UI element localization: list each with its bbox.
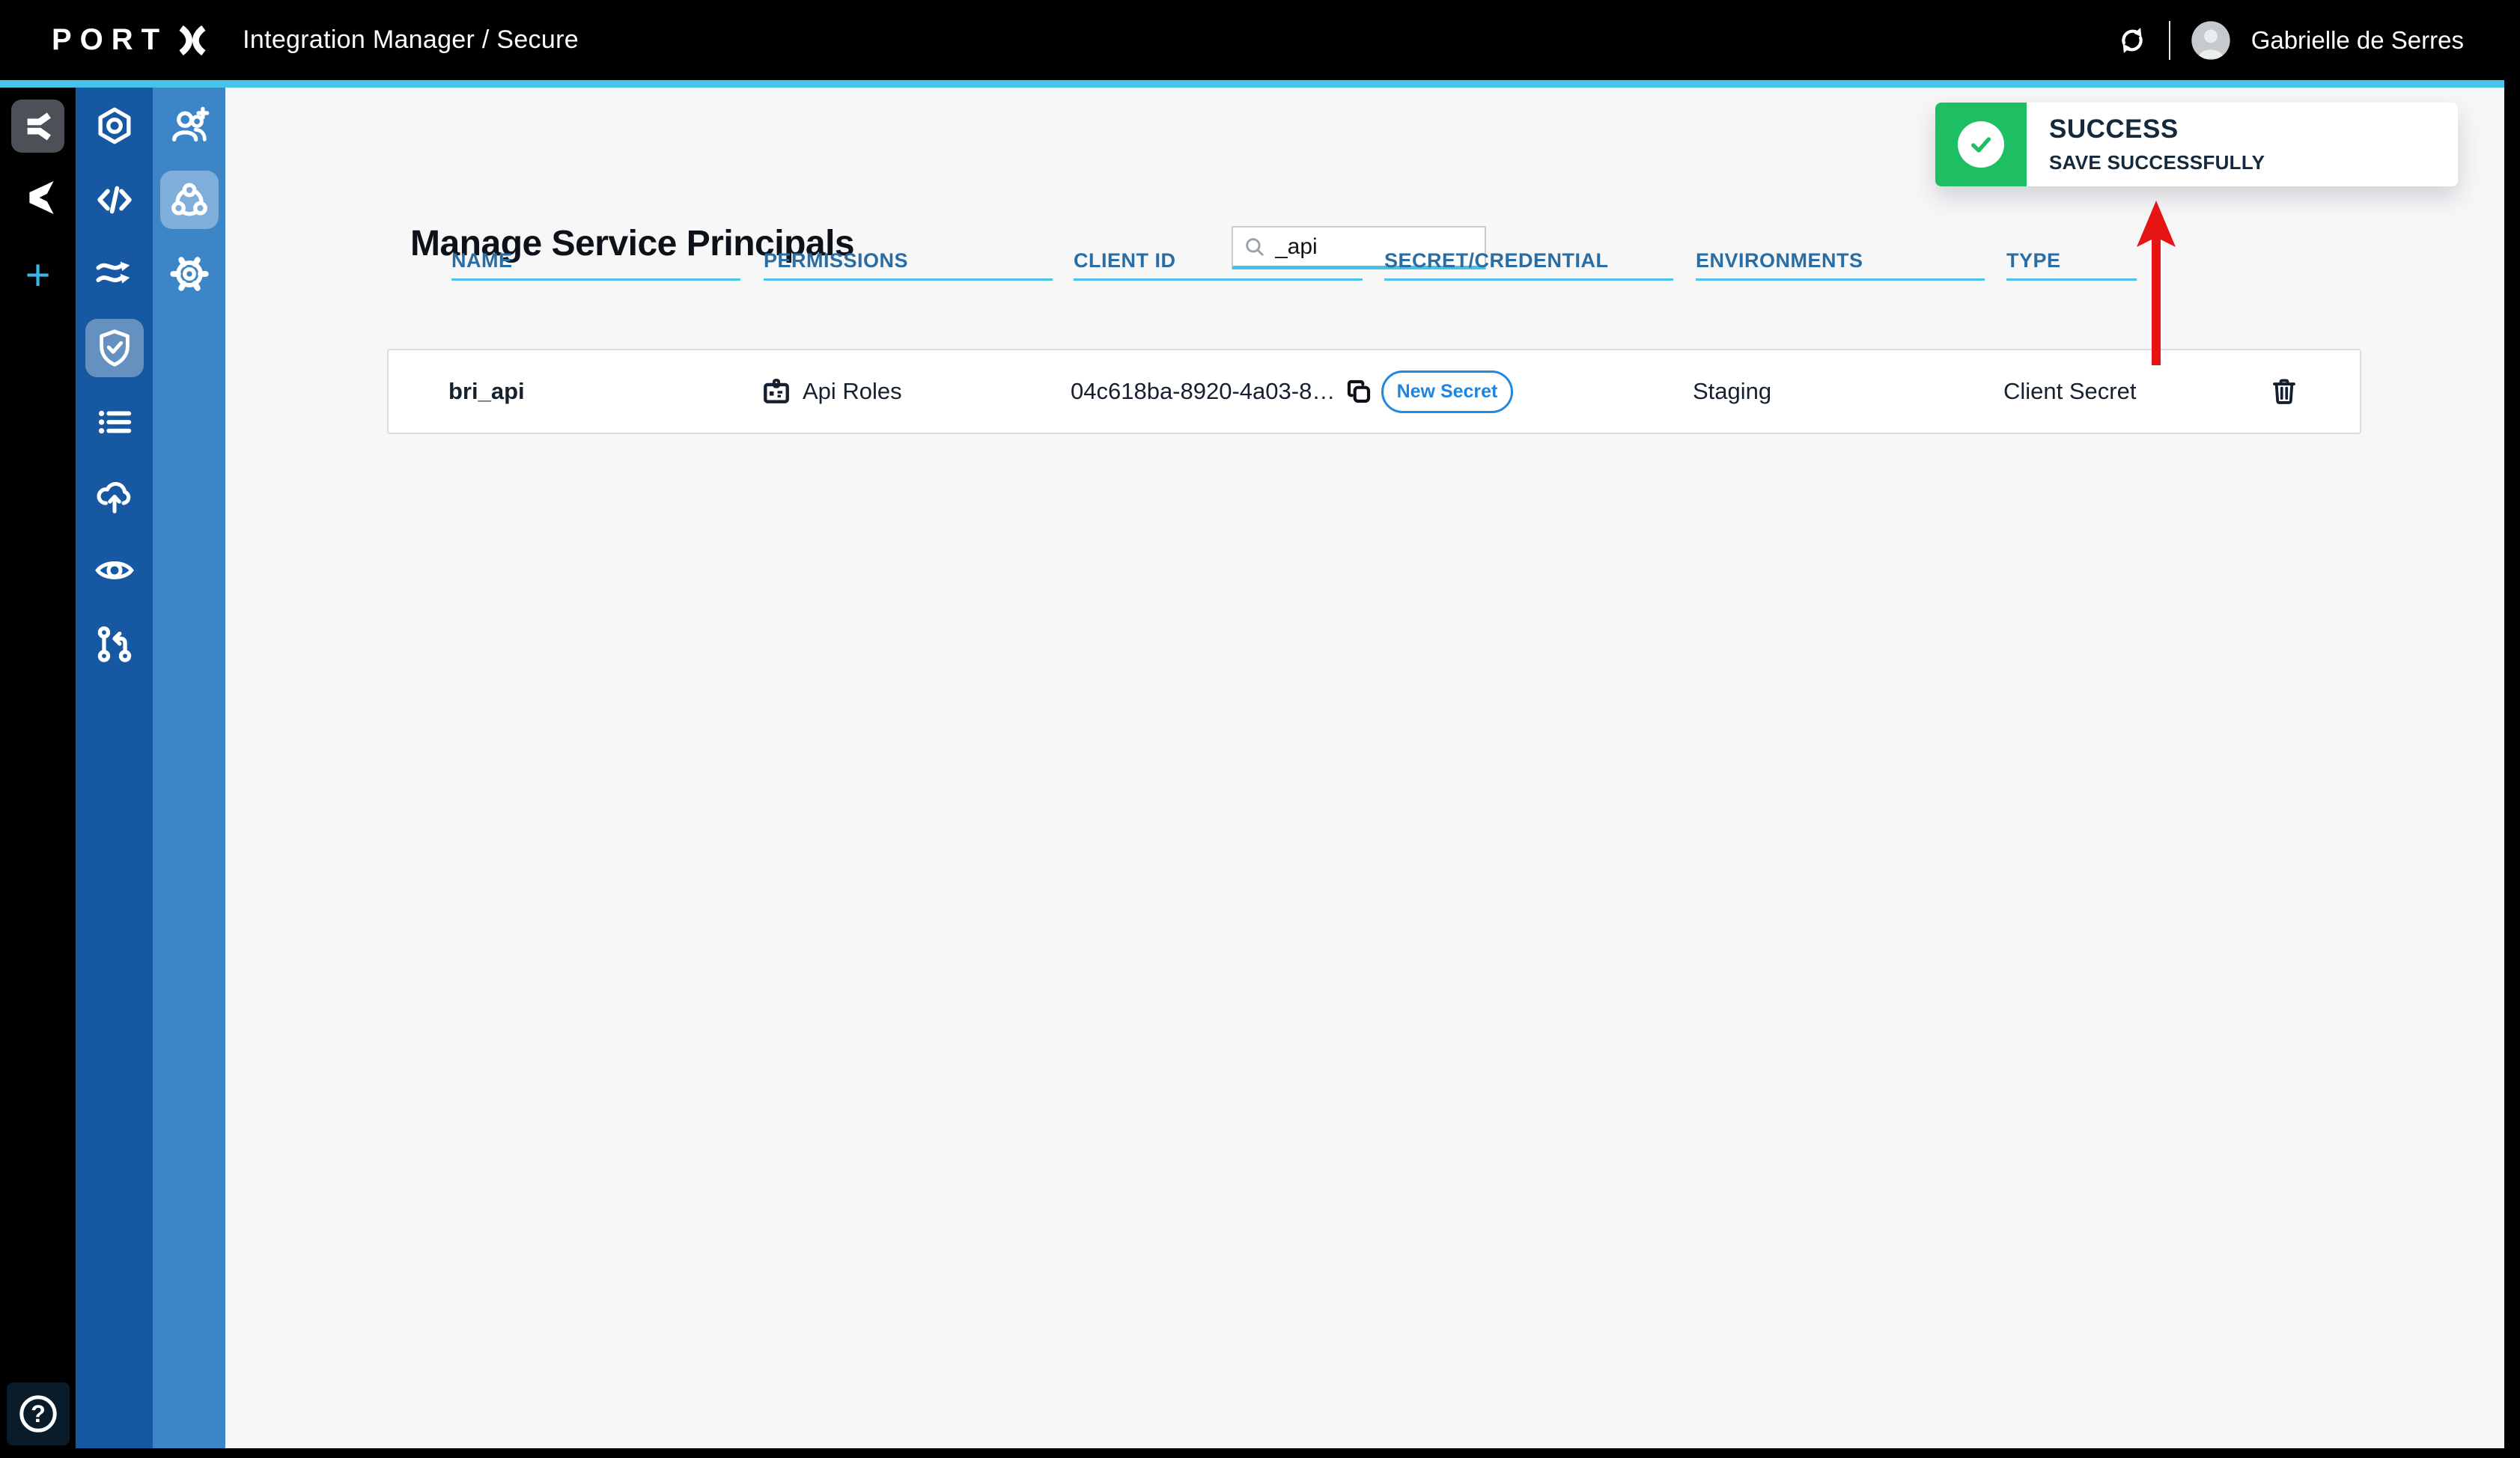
table-header-row: NAME PERMISSIONS CLIENT ID SECRET/CREDEN… — [387, 249, 2361, 281]
sidebar-item-security-selected[interactable] — [85, 319, 144, 377]
delete-row-button[interactable] — [2267, 374, 2301, 409]
plus-icon: + — [25, 251, 51, 299]
topbar-divider — [2169, 21, 2170, 60]
app-breadcrumb-title: Integration Manager / Secure — [243, 25, 579, 55]
portx-logo-text: PORT — [52, 23, 168, 57]
service-principals-table: NAME PERMISSIONS CLIENT ID SECRET/CREDEN… — [387, 249, 2361, 281]
user-menu-button[interactable] — [2190, 19, 2232, 61]
column-header-type: TYPE — [2006, 249, 2361, 281]
sidebar-primary: + ? — [0, 88, 76, 1448]
row-secret-action: New Secret — [1381, 370, 1693, 413]
column-header-permissions: PERMISSIONS — [764, 249, 1074, 281]
user-add-icon — [168, 104, 211, 147]
row-name: bri_api — [448, 378, 761, 405]
eye-icon — [93, 549, 136, 592]
row-environments: Staging — [1693, 378, 2003, 405]
hex-nut-icon — [93, 104, 136, 147]
toast-icon-panel — [1935, 103, 2027, 186]
main-content: Manage Service Principals NAME PERMISSIO… — [225, 88, 2504, 1448]
toast-message: SAVE SUCCESSFULLY — [2049, 151, 2458, 174]
row-client-id: 04c618ba-8920-4a03-8… — [1071, 376, 1381, 406]
copy-client-id-button[interactable] — [1344, 376, 1374, 406]
column-header-client-id: CLIENT ID — [1074, 249, 1384, 281]
avatar — [2190, 19, 2232, 61]
add-button[interactable]: + — [25, 254, 51, 297]
cloud-upload-icon — [93, 475, 136, 518]
column-header-environments: ENVIRONMENTS — [1696, 249, 2006, 281]
row-type: Client Secret — [2003, 378, 2360, 405]
portx-logo: PORT — [52, 23, 208, 58]
sidebar-item-c-product[interactable] — [15, 174, 61, 221]
refresh-icon — [2115, 23, 2149, 58]
table-row: bri_api Api Roles 04c618ba-8 — [387, 349, 2361, 434]
sidebar-item-service-hub-selected[interactable] — [160, 171, 219, 229]
service-hub-icon — [168, 178, 211, 222]
success-toast: SUCCESS SAVE SUCCESSFULLY — [1935, 103, 2458, 186]
code-icon — [93, 178, 136, 222]
portx-x-mark-icon — [177, 23, 208, 58]
sidebar-item-list[interactable] — [85, 393, 144, 451]
badge-icon — [761, 376, 803, 407]
toast-title: SUCCESS — [2049, 115, 2458, 144]
sidebar-item-user-add[interactable] — [160, 97, 219, 155]
c-product-logo-icon — [15, 174, 61, 221]
help-button[interactable]: ? — [7, 1382, 70, 1445]
sidebar-item-settings-nut[interactable] — [85, 97, 144, 155]
flows-shuffle-icon — [93, 252, 136, 296]
sidebar-secondary — [76, 88, 153, 1448]
user-name: Gabrielle de Serres — [2251, 26, 2464, 55]
pull-request-icon — [93, 623, 136, 666]
sidebar-item-code[interactable] — [85, 171, 144, 229]
help-question-icon: ? — [15, 1391, 61, 1437]
new-secret-button[interactable]: New Secret — [1381, 370, 1513, 413]
copy-icon — [1344, 376, 1374, 406]
trash-icon — [2267, 374, 2301, 409]
column-header-name: NAME — [451, 249, 764, 281]
check-circle-icon — [1958, 121, 2004, 168]
refresh-button[interactable] — [2115, 23, 2149, 58]
column-header-secret: SECRET/CREDENTIAL — [1384, 249, 1696, 281]
annotation-arrow-up — [2134, 201, 2178, 365]
sidebar-item-pull-request[interactable] — [85, 615, 144, 674]
topbar: PORT Integration Manager / Secure — [0, 0, 2520, 80]
shield-check-icon — [93, 326, 136, 370]
sidebar-item-observe[interactable] — [85, 541, 144, 600]
row-permissions: Api Roles — [761, 376, 1071, 407]
portx-app-icon — [21, 109, 55, 144]
gear-icon — [168, 252, 211, 296]
sidebar-tertiary — [153, 88, 225, 1448]
list-icon — [93, 400, 136, 444]
svg-text:?: ? — [31, 1400, 46, 1427]
sidebar-item-portx-app[interactable] — [11, 100, 64, 153]
sidebar-item-deploy[interactable] — [85, 467, 144, 525]
sidebar-item-settings-gear[interactable] — [160, 245, 219, 303]
sidebar-item-flows[interactable] — [85, 245, 144, 303]
accent-line — [0, 80, 2504, 88]
